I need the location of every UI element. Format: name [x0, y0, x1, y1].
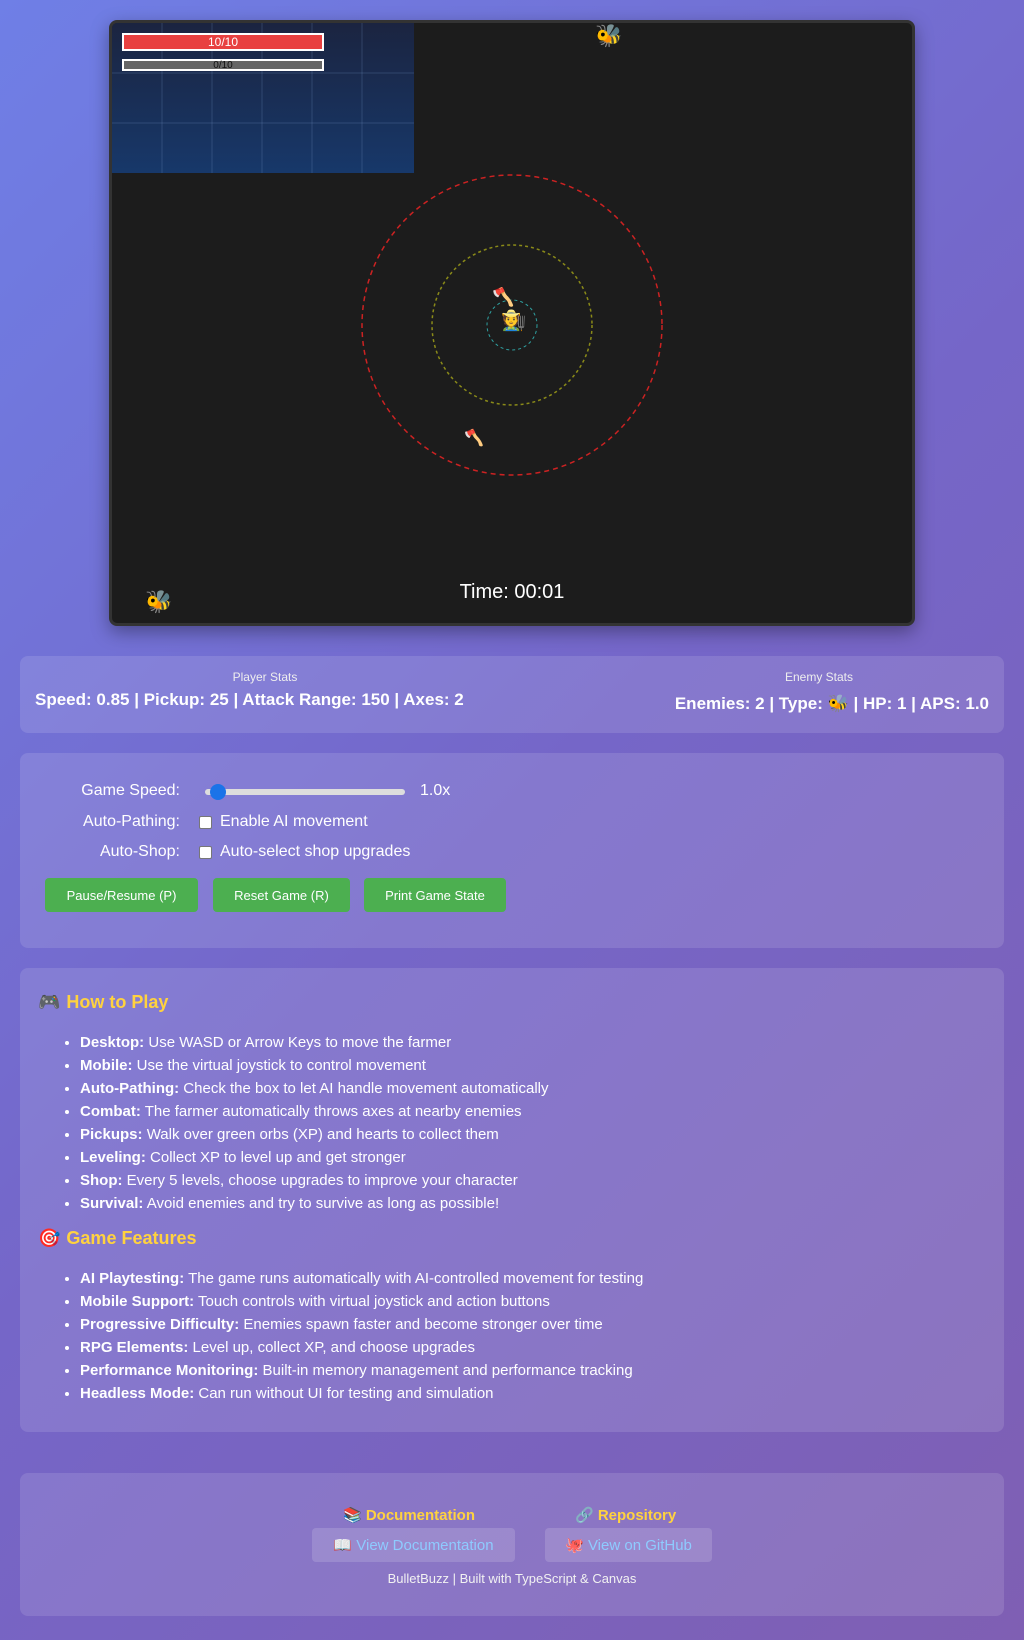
list-item-label: Combat: — [80, 1103, 141, 1120]
game-features-title: Game Features — [66, 1228, 197, 1248]
list-item-text: Can run without UI for testing and simul… — [194, 1385, 494, 1402]
how-to-play-title: How to Play — [66, 992, 169, 1012]
list-item-text: Check the box to let AI handle movement … — [179, 1080, 549, 1097]
list-item: Mobile Support: Touch controls with virt… — [80, 1290, 643, 1313]
controls-panel: Game Speed: 1.0x Auto-Pathing: Enable AI… — [20, 753, 1004, 948]
list-item: Progressive Difficulty: Enemies spawn fa… — [80, 1313, 643, 1336]
player-farmer-icon: 🧑‍🌾 — [501, 310, 526, 332]
list-item-text: Level up, collect XP, and choose upgrade… — [188, 1339, 475, 1356]
list-item-text: Use WASD or Arrow Keys to move the farme… — [144, 1034, 452, 1051]
list-item-label: Progressive Difficulty: — [80, 1316, 240, 1333]
reset-game-button[interactable]: Reset Game (R) — [213, 878, 350, 912]
info-panel: 🎮 How to Play Desktop: Use WASD or Arrow… — [20, 968, 1004, 1432]
list-item-text: Walk over green orbs (XP) and hearts to … — [142, 1126, 499, 1143]
enemy-stats-caption: Enemy Stats — [784, 670, 854, 684]
list-item-label: Auto-Pathing: — [80, 1080, 180, 1097]
game-canvas[interactable]: 10/10 0/10 🧑‍🌾 🪓 🪓 🐝 🐝 Time: 00:01 — [109, 20, 915, 626]
list-item-label: Shop: — [80, 1172, 123, 1189]
auto-pathing-row: Auto-Pathing: Enable AI movement — [40, 810, 368, 834]
game-timer: Time: 00:01 — [459, 581, 565, 603]
list-item-text: Collect XP to level up and get stronger — [145, 1149, 406, 1166]
axe-icon: 🪓 — [492, 287, 515, 307]
list-item: Auto-Pathing: Check the box to let AI ha… — [80, 1077, 549, 1100]
pause-resume-button[interactable]: Pause/Resume (P) — [45, 878, 198, 912]
list-item-label: Performance Monitoring: — [80, 1362, 259, 1379]
list-item-label: Pickups: — [80, 1126, 143, 1143]
auto-shop-checkbox[interactable] — [199, 845, 212, 859]
bee-enemy-icon: 🐝 — [595, 23, 623, 48]
gamepad-icon: 🎮 — [38, 992, 61, 1012]
list-item-text: The farmer automatically throws axes at … — [140, 1103, 522, 1120]
list-item-text: Built-in memory management and performan… — [258, 1362, 633, 1379]
list-item-label: Mobile: — [80, 1057, 133, 1074]
repository-heading: 🔗 Repository — [575, 1507, 677, 1524]
list-item-label: Desktop: — [80, 1034, 145, 1051]
list-item: Desktop: Use WASD or Arrow Keys to move … — [80, 1031, 549, 1054]
auto-pathing-checkbox[interactable] — [199, 815, 212, 829]
list-item: RPG Elements: Level up, collect XP, and … — [80, 1336, 643, 1359]
enemy-stats-prefix: Enemies: 2 | Type: — [674, 694, 828, 713]
game-speed-slider-thumb[interactable] — [210, 784, 226, 800]
game-speed-label: Game Speed: — [81, 782, 180, 799]
list-item-label: AI Playtesting: — [80, 1270, 185, 1287]
list-item-text: Avoid enemies and try to survive as long… — [143, 1195, 500, 1212]
auto-pathing-label: Auto-Pathing: — [83, 813, 180, 830]
print-game-state-button[interactable]: Print Game State — [364, 878, 506, 912]
how-to-play-list: Desktop: Use WASD or Arrow Keys to move … — [80, 1031, 549, 1215]
list-item-label: Mobile Support: — [80, 1293, 195, 1310]
player-stats-values: Speed: 0.85 | Pickup: 25 | Attack Range:… — [35, 690, 464, 709]
target-icon: 🎯 — [38, 1228, 61, 1248]
axe-icon: 🪓 — [464, 430, 484, 447]
list-item-text: Every 5 levels, choose upgrades to impro… — [122, 1172, 518, 1189]
game-speed-value: 1.0x — [420, 782, 451, 799]
auto-shop-label: Auto-Shop: — [99, 843, 180, 860]
bee-type-icon: 🐝 — [827, 694, 849, 713]
how-to-play-heading: 🎮 How to Play — [38, 992, 168, 1013]
list-item-text: Enemies spawn faster and become stronger… — [239, 1316, 603, 1333]
list-item: Survival: Avoid enemies and try to survi… — [80, 1192, 549, 1215]
game-features-list: AI Playtesting: The game runs automatica… — [80, 1267, 643, 1405]
list-item: Combat: The farmer automatically throws … — [80, 1100, 549, 1123]
enemy-stats-suffix: | HP: 1 | APS: 1.0 — [848, 694, 989, 713]
enemy-stats: Enemy Stats Enemies: 2 | Type: 🐝 | HP: 1… — [649, 670, 989, 714]
list-item-label: Leveling: — [80, 1149, 146, 1166]
list-item-text: Use the virtual joystick to control move… — [132, 1057, 426, 1074]
player-stats: Player Stats Speed: 0.85 | Pickup: 25 | … — [35, 670, 495, 710]
list-item-label: RPG Elements: — [80, 1339, 189, 1356]
enemy-stats-values: Enemies: 2 | Type: 🐝 | HP: 1 | APS: 1.0 — [649, 694, 989, 714]
auto-pathing-text: Enable AI movement — [220, 813, 368, 830]
documentation-heading: 📚 Documentation — [343, 1507, 476, 1524]
list-item-text: The game runs automatically with AI-cont… — [184, 1270, 644, 1287]
list-item-label: Headless Mode: — [80, 1385, 195, 1402]
player-stats-caption: Player Stats — [232, 670, 298, 684]
list-item: Headless Mode: Can run without UI for te… — [80, 1382, 643, 1405]
view-on-github-link[interactable]: 🐙 View on GitHub — [545, 1528, 712, 1562]
list-item-text: Touch controls with virtual joystick and… — [194, 1293, 550, 1310]
list-item: Mobile: Use the virtual joystick to cont… — [80, 1054, 549, 1077]
footer-credit: BulletBuzz | Built with TypeScript & Can… — [387, 1571, 637, 1586]
game-speed-row: Game Speed: 1.0x — [40, 778, 640, 804]
game-speed-slider[interactable] — [205, 784, 405, 800]
list-item: AI Playtesting: The game runs automatica… — [80, 1267, 643, 1290]
list-item: Performance Monitoring: Built-in memory … — [80, 1359, 643, 1382]
footer-panel: 📚 Documentation 🔗 Repository 📖 View Docu… — [20, 1473, 1004, 1616]
auto-shop-text: Auto-select shop upgrades — [220, 843, 411, 860]
auto-shop-row: Auto-Shop: Auto-select shop upgrades — [40, 840, 410, 864]
list-item: Pickups: Walk over green orbs (XP) and h… — [80, 1123, 549, 1146]
list-item: Shop: Every 5 levels, choose upgrades to… — [80, 1169, 549, 1192]
list-item: Leveling: Collect XP to level up and get… — [80, 1146, 549, 1169]
game-features-heading: 🎯 Game Features — [38, 1228, 196, 1249]
view-documentation-link[interactable]: 📖 View Documentation — [312, 1528, 515, 1562]
stats-panel: Player Stats Speed: 0.85 | Pickup: 25 | … — [20, 656, 1004, 733]
list-item-label: Survival: — [80, 1195, 144, 1212]
